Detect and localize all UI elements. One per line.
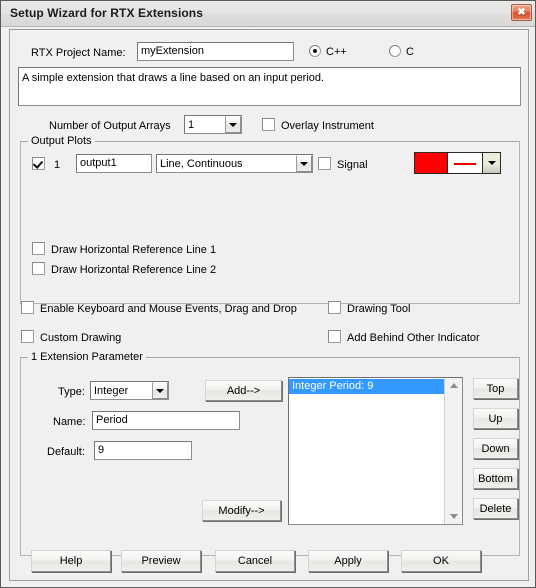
plot-1-index-label: 1 [54, 159, 61, 171]
plot-1-signal-checkbox[interactable] [318, 157, 331, 170]
plot-1-style-select[interactable]: Line, Continuous [156, 154, 313, 173]
drawing-tool-checkbox[interactable] [328, 301, 341, 314]
move-top-button[interactable]: Top [473, 378, 518, 399]
param-type-label: Type: [58, 386, 85, 398]
radio-cpp-label: C++ [326, 46, 347, 58]
project-name-label: RTX Project Name: [31, 47, 126, 59]
output-arrays-label: Number of Output Arrays [49, 120, 171, 132]
drawing-tool-label: Drawing Tool [347, 303, 411, 315]
dialog-client-area: RTX Project Name: myExtension C++ C A si… [9, 29, 529, 581]
close-icon[interactable]: ✖ [511, 4, 532, 21]
chevron-down-icon[interactable] [152, 382, 168, 399]
chevron-down-icon[interactable] [225, 116, 241, 133]
plot-1-style-value: Line, Continuous [160, 157, 243, 170]
chevron-down-icon[interactable] [483, 153, 500, 173]
move-bottom-button[interactable]: Bottom [473, 468, 518, 489]
description-input[interactable]: A simple extension that draws a line bas… [18, 67, 521, 106]
title-bar: Setup Wizard for RTX Extensions ✖ [1, 1, 535, 27]
list-item[interactable]: Integer Period: 9 [289, 379, 445, 394]
output-arrays-select[interactable]: 1 [184, 115, 242, 134]
custom-drawing-label: Custom Drawing [40, 332, 122, 344]
plot-1-color-swatch[interactable] [415, 153, 447, 173]
output-arrays-value: 1 [188, 118, 195, 131]
enable-events-label: Enable Keyboard and Mouse Events, Drag a… [40, 303, 297, 315]
close-glyph: ✖ [517, 7, 526, 18]
chevron-down-icon[interactable] [296, 155, 312, 172]
line-style-icon [454, 163, 476, 165]
plot-1-signal-label: Signal [337, 159, 368, 171]
ref-line-1-checkbox[interactable] [32, 242, 45, 255]
enable-events-checkbox[interactable] [21, 301, 34, 314]
param-name-input[interactable]: Period [92, 411, 240, 430]
radio-c-label: C [406, 46, 414, 58]
add-behind-label: Add Behind Other Indicator [347, 332, 480, 344]
project-name-input[interactable]: myExtension [137, 42, 294, 61]
move-up-button[interactable]: Up [473, 408, 518, 429]
param-default-input[interactable]: 9 [94, 441, 192, 460]
param-type-select[interactable]: Integer [90, 381, 169, 400]
move-down-button[interactable]: Down [473, 438, 518, 459]
radio-c[interactable] [389, 45, 401, 57]
plot-1-name-input[interactable]: output1 [76, 154, 152, 173]
ok-button[interactable]: OK [401, 550, 481, 572]
overlay-instrument-checkbox[interactable] [262, 118, 275, 131]
ref-line-2-checkbox[interactable] [32, 262, 45, 275]
preview-button[interactable]: Preview [121, 550, 201, 572]
parameter-listbox[interactable]: Integer Period: 9 [288, 377, 463, 525]
extension-parameter-group-title: 1 Extension Parameter [28, 351, 146, 363]
param-name-label: Name: [53, 416, 86, 428]
plot-1-enabled-checkbox[interactable] [32, 157, 45, 170]
add-behind-checkbox[interactable] [328, 330, 341, 343]
modify-parameter-button[interactable]: Modify--> [202, 500, 281, 521]
output-plots-group-title: Output Plots [28, 135, 95, 147]
plot-1-color-style-picker[interactable] [414, 152, 501, 174]
custom-drawing-checkbox[interactable] [21, 330, 34, 343]
ref-line-1-label: Draw Horizontal Reference Line 1 [51, 244, 217, 256]
scroll-down-icon[interactable] [445, 508, 462, 524]
delete-parameter-button[interactable]: Delete [473, 498, 518, 519]
add-parameter-button[interactable]: Add--> [205, 380, 282, 401]
ref-line-2-label: Draw Horizontal Reference Line 2 [51, 264, 217, 276]
cancel-button[interactable]: Cancel [215, 550, 295, 572]
setup-wizard-window: Setup Wizard for RTX Extensions ✖ RTX Pr… [0, 0, 536, 588]
parameter-list-items: Integer Period: 9 [289, 378, 445, 524]
radio-cpp[interactable] [309, 45, 321, 57]
window-title: Setup Wizard for RTX Extensions [10, 6, 204, 20]
param-default-label: Default: [47, 446, 85, 458]
param-type-value: Integer [94, 384, 129, 397]
apply-button[interactable]: Apply [308, 550, 388, 572]
plot-1-line-preview [447, 153, 483, 173]
overlay-instrument-label: Overlay Instrument [281, 120, 374, 132]
parameter-listbox-scrollbar[interactable] [444, 378, 462, 524]
scroll-up-icon[interactable] [445, 378, 462, 394]
help-button[interactable]: Help [31, 550, 111, 572]
